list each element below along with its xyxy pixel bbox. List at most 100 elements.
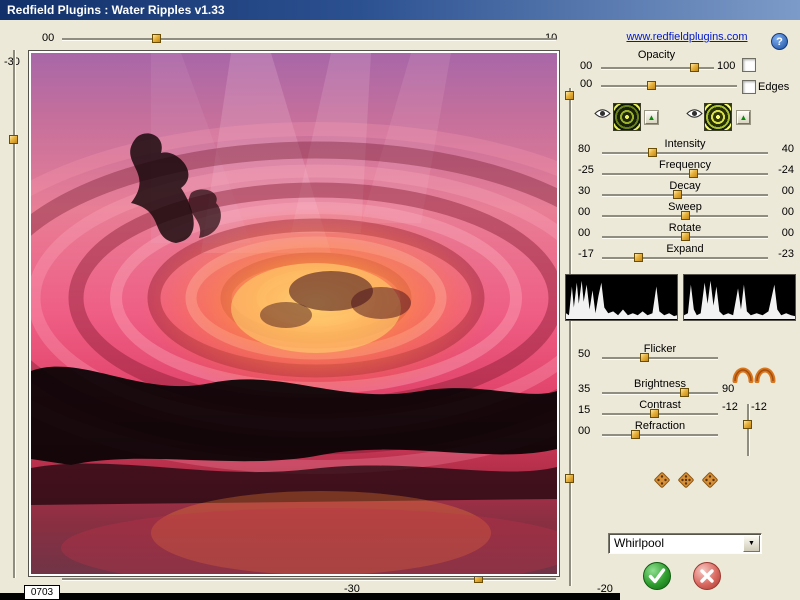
top-pan-slider-track[interactable]	[62, 38, 556, 41]
expand-slider-track[interactable]	[602, 257, 768, 260]
sweep-slider-handle[interactable]	[681, 211, 690, 220]
chevron-down-icon: ▼	[748, 540, 755, 547]
edges-checkbox[interactable]	[742, 80, 756, 94]
slider-row-refraction: 00 Refraction	[578, 420, 728, 442]
preview-image[interactable]	[31, 53, 557, 574]
expand-slider-handle[interactable]	[634, 253, 643, 262]
top-pan-slider-handle[interactable]	[152, 34, 161, 43]
flicker-slider-handle[interactable]	[640, 353, 649, 362]
up-arrow-icon-2: ▲	[739, 112, 748, 122]
frequency-label: Frequency	[659, 159, 711, 171]
slider-row-brightness: 35 Brightness	[578, 378, 728, 400]
waveform-display-right	[683, 274, 796, 321]
intensity-slider-track[interactable]	[602, 152, 768, 155]
sweep-right-value: 00	[781, 206, 794, 218]
intensity-label: Intensity	[664, 138, 706, 150]
refraction-slider-track[interactable]	[602, 434, 718, 437]
title-bar[interactable]: Redfield Plugins : Water Ripples v1.33	[0, 0, 800, 20]
divider-slider-track[interactable]	[569, 88, 572, 586]
preview-frame	[28, 50, 560, 577]
texture-load-button-2[interactable]: ▲	[737, 111, 750, 124]
website-link[interactable]: www.redfieldplugins.com	[612, 31, 762, 43]
frequency-slider-handle[interactable]	[689, 169, 698, 178]
slider-row-contrast: 15 Contrast	[578, 399, 728, 421]
arch-icon-left[interactable]	[732, 367, 754, 383]
layer2-value: 00	[580, 78, 593, 90]
brightness-label: Brightness	[634, 378, 686, 390]
left-pan-slider-track[interactable]	[13, 50, 16, 578]
expand-left-value: -17	[578, 248, 594, 260]
flicker-label: Flicker	[643, 343, 677, 355]
refraction-value: 00	[578, 425, 591, 437]
opacity-checkbox[interactable]	[742, 58, 756, 72]
decay-left-value: 30	[578, 185, 591, 197]
waveform-display-left	[565, 274, 678, 321]
intensity-left-value: 80	[578, 143, 591, 155]
refraction-slider-handle[interactable]	[631, 430, 640, 439]
left-slider-value: -30	[4, 56, 20, 68]
frequency-right-value: -24	[778, 164, 794, 176]
contrast-value: 15	[578, 404, 591, 416]
layer2-slider-track[interactable]	[601, 85, 737, 88]
frequency-slider-track[interactable]	[602, 173, 768, 176]
slider-row-frequency: -25 Frequency -24	[578, 159, 794, 181]
bottom-strip	[0, 593, 620, 600]
layer2-slider-handle[interactable]	[647, 81, 656, 90]
cancel-button[interactable]	[692, 561, 722, 591]
slider-row-expand: -17 Expand -23	[578, 243, 794, 265]
left-pan-slider-handle[interactable]	[9, 135, 18, 144]
wave-arch-icons[interactable]	[731, 361, 777, 383]
decay-right-value: 00	[781, 185, 794, 197]
contrast-slider-track[interactable]	[602, 413, 718, 416]
depth-slider-track[interactable]	[747, 404, 750, 456]
depth-slider-handle[interactable]	[743, 420, 752, 429]
brightness-slider-track[interactable]	[602, 392, 718, 395]
opacity-right-value: 100	[717, 60, 736, 72]
counter-badge: 0703	[24, 585, 60, 600]
decay-slider-handle[interactable]	[673, 190, 682, 199]
top-slider-left-value: 00	[42, 32, 55, 44]
plugin-window: Redfield Plugins : Water Ripples v1.33 0…	[0, 0, 800, 600]
decay-slider-track[interactable]	[602, 194, 768, 197]
rotate-left-value: 00	[578, 227, 591, 239]
window-title: Redfield Plugins : Water Ripples v1.33	[7, 3, 225, 17]
rotate-right-value: 00	[781, 227, 794, 239]
intensity-slider-handle[interactable]	[648, 148, 657, 157]
waveform-graph-left	[566, 280, 677, 320]
depth-right-value: -12	[751, 401, 767, 413]
slider-row-rotate: 00 Rotate 00	[578, 222, 794, 244]
opacity-label: Opacity	[637, 49, 676, 61]
slider-row-intensity: 80 Intensity 40	[578, 138, 794, 160]
divider-slider-handle-top[interactable]	[565, 91, 574, 100]
waveform-graph-right	[684, 280, 795, 320]
eye-icon-2[interactable]	[686, 108, 703, 119]
decay-label: Decay	[669, 180, 701, 192]
intensity-right-value: 40	[781, 143, 794, 155]
eye-icon-1[interactable]	[594, 108, 611, 119]
slider-row-sweep: 00 Sweep 00	[578, 201, 794, 223]
sweep-left-value: 00	[578, 206, 591, 218]
texture-load-button-1[interactable]: ▲	[645, 111, 658, 124]
flicker-slider-track[interactable]	[602, 357, 718, 360]
texture-thumbnail-1[interactable]	[613, 103, 641, 131]
texture-thumbnail-2[interactable]	[704, 103, 732, 131]
brightness-slider-handle[interactable]	[680, 388, 689, 397]
ok-button[interactable]	[642, 561, 672, 591]
random-dice-button-1[interactable]	[653, 471, 671, 489]
brightness-value: 35	[578, 383, 591, 395]
expand-right-value: -23	[778, 248, 794, 260]
preset-dropdown[interactable]: Whirlpool ▼	[608, 533, 762, 554]
contrast-slider-handle[interactable]	[650, 409, 659, 418]
divider-slider-handle-bottom[interactable]	[565, 474, 574, 483]
opacity-left-value: 00	[580, 60, 593, 72]
random-dice-button-2[interactable]	[677, 471, 695, 489]
preset-dropdown-value: Whirlpool	[614, 536, 665, 550]
random-dice-button-3[interactable]	[701, 471, 719, 489]
expand-label: Expand	[666, 243, 704, 255]
help-icon[interactable]: ?	[771, 33, 788, 50]
arch-icon-right[interactable]	[754, 367, 776, 383]
opacity-slider-handle[interactable]	[690, 63, 699, 72]
edges-label: Edges	[758, 81, 790, 93]
dropdown-arrow-button[interactable]: ▼	[743, 535, 760, 552]
rotate-slider-handle[interactable]	[681, 232, 690, 241]
